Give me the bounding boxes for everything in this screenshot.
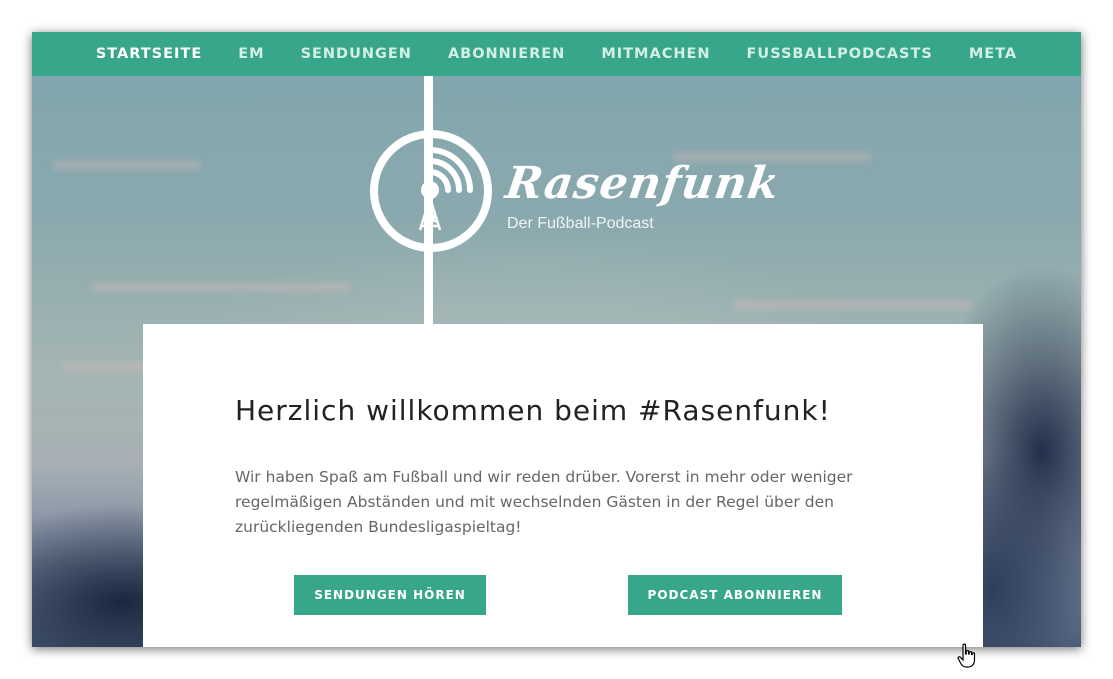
nav-item-mitmachen[interactable]: MITMACHEN [601,46,710,62]
main-navigation: STARTSEITE EM SENDUNGEN ABONNIEREN MITMA… [32,32,1081,76]
nav-item-abonnieren[interactable]: ABONNIEREN [448,46,565,62]
nav-item-startseite[interactable]: STARTSEITE [96,46,202,62]
brand-subtitle: Der Fußball-Podcast [507,215,654,232]
listen-episodes-button[interactable]: SENDUNGEN HÖREN [294,575,486,615]
nav-item-em[interactable]: EM [238,46,264,62]
nav-item-fussballpodcasts[interactable]: FUSSBALLPODCASTS [747,46,933,62]
welcome-text: Wir haben Spaß am Fußball und wir reden … [235,468,853,536]
nav-item-meta[interactable]: META [969,46,1017,62]
radio-tower-icon [418,147,473,231]
subscribe-podcast-button[interactable]: PODCAST ABONNIEREN [628,575,842,615]
welcome-heading: Herzlich willkommen beim #Rasenfunk! [235,394,831,427]
browser-viewport: STARTSEITE EM SENDUNGEN ABONNIEREN MITMA… [32,32,1081,647]
nav-item-sendungen[interactable]: SENDUNGEN [301,46,412,62]
welcome-card: Herzlich willkommen beim #Rasenfunk! Wir… [143,324,983,647]
brand-title[interactable]: Rasenfunk [502,158,782,209]
hand-pointer-icon [957,643,976,668]
